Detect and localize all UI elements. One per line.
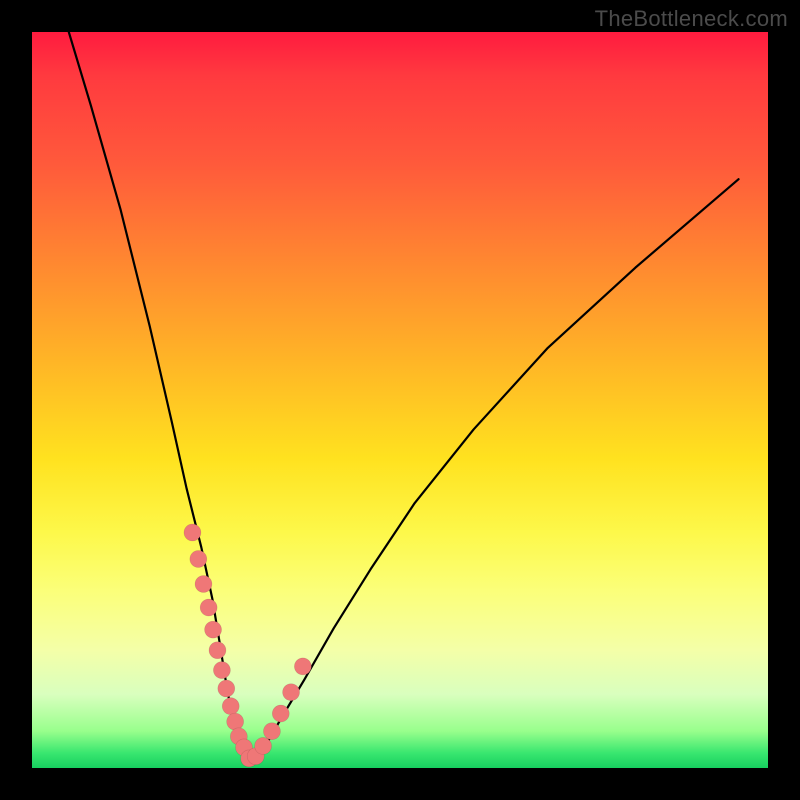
sample-dot — [209, 642, 226, 659]
sample-dot — [227, 713, 244, 730]
sample-dot — [283, 684, 300, 701]
sample-dot — [218, 680, 235, 697]
sample-dot — [195, 576, 212, 593]
sample-dot — [184, 524, 201, 541]
sample-dot — [222, 698, 239, 715]
sample-dot — [190, 550, 207, 567]
sample-dot — [294, 658, 311, 675]
dots-layer — [32, 32, 768, 768]
sample-dot — [255, 737, 272, 754]
sample-dot — [263, 723, 280, 740]
chart-stage: TheBottleneck.com — [0, 0, 800, 800]
sample-dot — [213, 662, 230, 679]
watermark-text: TheBottleneck.com — [595, 6, 788, 32]
sample-dot — [205, 621, 222, 638]
sample-dot — [200, 599, 217, 616]
sample-dot — [272, 705, 289, 722]
plot-area — [32, 32, 768, 768]
